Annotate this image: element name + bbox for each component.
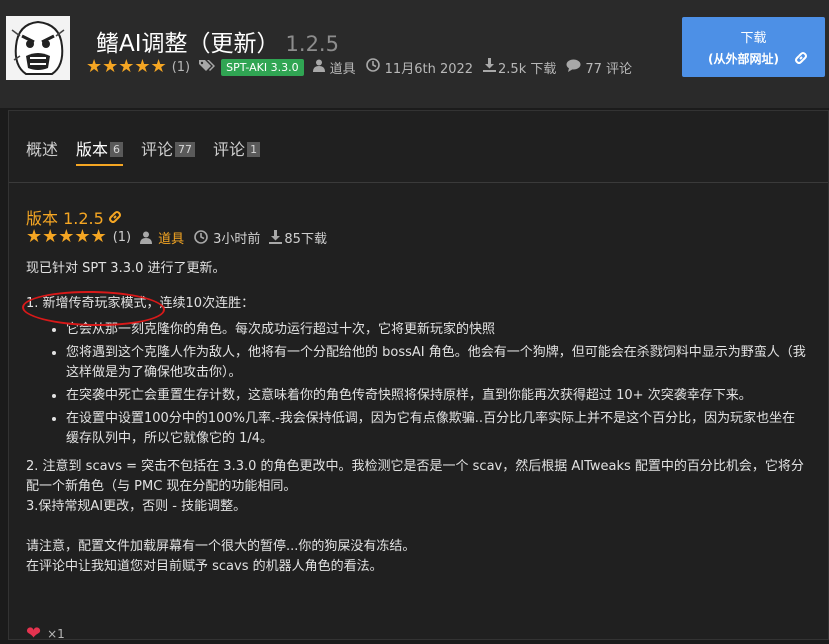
version-meta: ★★★★★ (1) 道具 3小时前 85下载 xyxy=(26,227,327,247)
version-rating-stars: ★★★★★ xyxy=(26,226,107,247)
permalink-icon[interactable] xyxy=(108,210,122,224)
changelog-point-2: 2. 注意到 scavs = 突击不包括在 3.3.0 的角色更改中。我检测它是… xyxy=(26,459,804,494)
list-item: 在突袭中死亡会重置生存计数，这意味着你的角色传奇快照将保持原样，直到你能再次获得… xyxy=(66,386,806,406)
rating-stars: ★★★★★ xyxy=(86,56,167,77)
heart-icon[interactable]: ❤ xyxy=(26,623,41,644)
version-download-count: 85下载 xyxy=(284,231,327,247)
tab-reviews[interactable]: 评论 1 xyxy=(213,136,261,162)
changelog-note-1: 请注意，配置文件加载屏幕有一个很大的暂停...你的狗屎没有冻结。 xyxy=(26,539,416,554)
list-item: 您将遇到这个克隆人作为敌人，他将有一个分配给他的 bossAI 角色。他会有一个… xyxy=(66,343,806,383)
changelog-note-2: 在评论中让我知道您对目前赋予 scavs 的机器人角色的看法。 xyxy=(26,559,383,574)
tab-versions-count: 6 xyxy=(110,142,124,157)
user-icon xyxy=(312,59,325,76)
author-link[interactable]: 道具 xyxy=(330,58,356,77)
version-rating-count: (1) xyxy=(112,229,132,245)
changelog-bullet-list: 它会从那一刻克隆你的角色。每次成功运行超过十次，它将更新玩家的快照 您将遇到这个… xyxy=(26,320,806,449)
list-item: 它会从那一刻克隆你的角色。每次成功运行超过十次，它将更新玩家的快照 xyxy=(66,320,806,340)
download-count: 2.5k 下载 xyxy=(498,61,557,77)
clock-icon xyxy=(365,58,380,76)
mod-logo xyxy=(6,16,70,80)
mod-meta: ★★★★★ (1) SPT-AKI 3.3.0 道具 11月6th 2022 2… xyxy=(86,57,632,77)
version-user-icon xyxy=(140,231,153,244)
game-version-tag[interactable]: SPT-AKI 3.3.0 xyxy=(221,58,304,76)
comment-icon xyxy=(566,59,581,76)
rating-count: (1) xyxy=(171,59,191,75)
tags-icon xyxy=(199,59,216,76)
tab-versions[interactable]: 版本 6 xyxy=(76,136,124,166)
changelog-intro: 现已针对 SPT 3.3.0 进行了更新。 xyxy=(26,261,226,276)
tabs-divider xyxy=(9,182,828,183)
download-icon xyxy=(483,58,497,76)
version-author-link[interactable]: 道具 xyxy=(158,228,184,247)
mod-title: 鳍AI调整（更新） xyxy=(96,31,280,57)
like-widget[interactable]: ❤ ×1 xyxy=(26,623,65,644)
upload-date: 11月6th 2022 xyxy=(384,61,474,77)
mod-tabs: 概述 版本 6 评论 77 评论 1 xyxy=(26,136,278,166)
comment-count[interactable]: 77 评论 xyxy=(585,58,632,77)
download-button-sublabel: (从外部网址) xyxy=(708,52,779,66)
changelog-point-3: 3.保持常规AI更改，否则 - 技能调整。 xyxy=(26,499,247,514)
download-button-label: 下载 xyxy=(740,31,767,46)
version-time: 3小时前 xyxy=(213,231,261,247)
list-item: 在设置中设置100分中的100%几率.-我会保持低调，因为它有点像欺骗..百分比… xyxy=(66,409,806,449)
download-button[interactable]: 下载 (从外部网址) xyxy=(682,17,825,77)
mod-header: 鳍AI调整（更新） 1.2.5 ★★★★★ (1) SPT-AKI 3.3.0 道… xyxy=(0,0,829,108)
version-clock-icon xyxy=(194,230,208,244)
tab-reviews-count: 1 xyxy=(247,142,261,157)
tab-comments-count: 77 xyxy=(175,142,196,157)
tab-overview[interactable]: 概述 xyxy=(26,136,58,162)
mod-title-row: 鳍AI调整（更新） 1.2.5 xyxy=(96,24,339,58)
like-count: ×1 xyxy=(47,626,65,641)
link-icon xyxy=(794,50,808,69)
version-download-icon xyxy=(269,230,283,244)
mod-version: 1.2.5 xyxy=(285,32,339,56)
tab-comments[interactable]: 评论 77 xyxy=(141,136,196,162)
